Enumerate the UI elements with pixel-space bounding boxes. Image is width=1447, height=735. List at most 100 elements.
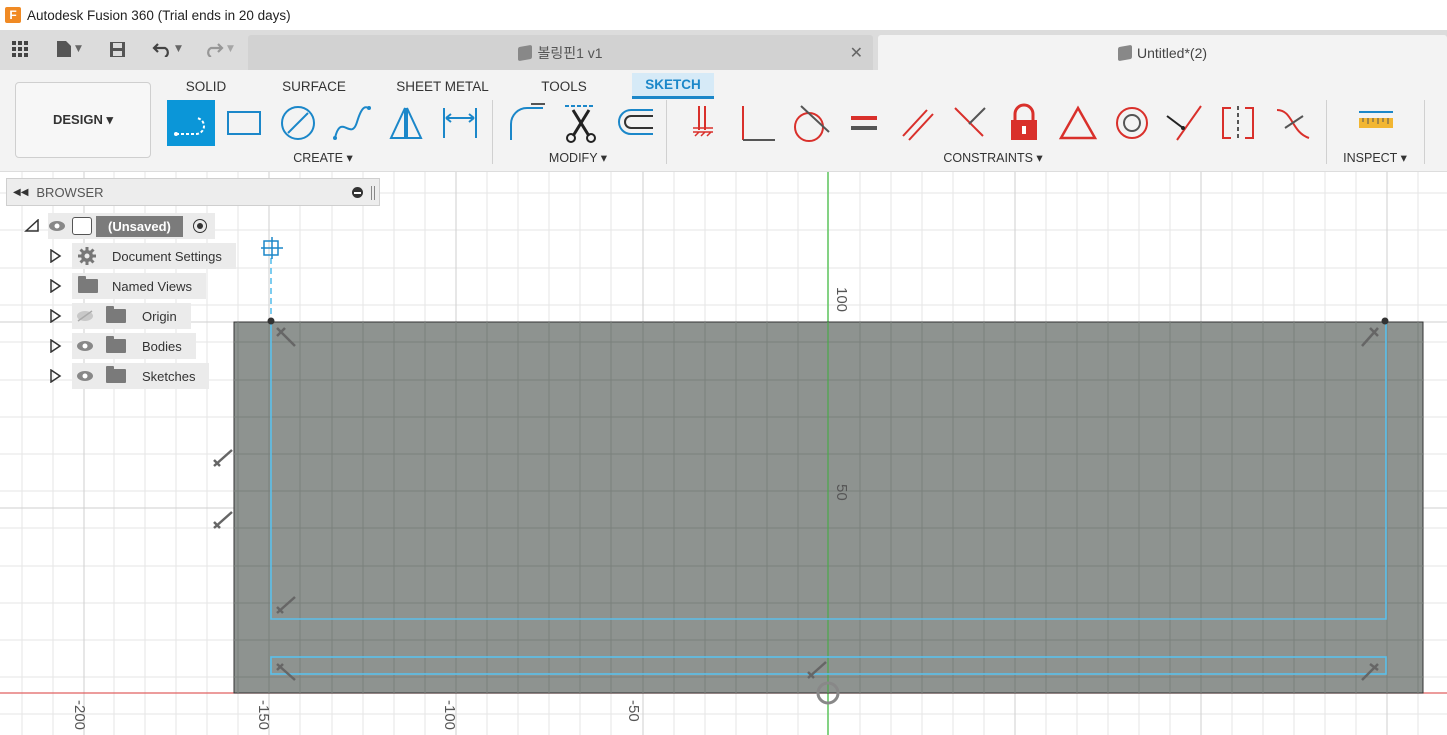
- folder-icon: [78, 276, 98, 293]
- tab-solid[interactable]: SOLID: [180, 73, 232, 99]
- file-menu-button[interactable]: ▼: [50, 38, 88, 60]
- collapsed-triangle-icon[interactable]: [48, 249, 62, 263]
- modify-group-menu[interactable]: MODIFY ▾: [528, 150, 628, 165]
- document-tab-untitled[interactable]: Untitled*(2): [878, 35, 1447, 70]
- offset-icon: [618, 109, 653, 135]
- tab-sheet-metal[interactable]: SHEET METAL: [395, 73, 490, 99]
- inspect-group-menu[interactable]: INSPECT ▾: [1335, 150, 1415, 165]
- root-component-label: (Unsaved): [96, 215, 183, 237]
- save-button[interactable]: [105, 38, 129, 60]
- browser-panel-header[interactable]: ◀◀ BROWSER: [6, 178, 380, 206]
- folder-icon: [106, 366, 126, 383]
- collinear-constraint-button[interactable]: [1160, 100, 1208, 146]
- measure-ruler-icon: [1359, 111, 1393, 128]
- browser-item-document-settings[interactable]: Document Settings: [48, 243, 236, 269]
- component-icon: [72, 217, 92, 235]
- spline-tool-button[interactable]: [328, 100, 376, 146]
- toolbar-separator: [1326, 100, 1327, 164]
- dimension-tool-button[interactable]: [436, 100, 484, 146]
- line-tool-button[interactable]: [167, 100, 215, 146]
- browser-item-origin[interactable]: Origin: [48, 303, 191, 329]
- gear-icon: [78, 247, 96, 265]
- visibility-eye-icon[interactable]: [48, 220, 66, 232]
- create-group-menu[interactable]: CREATE ▾: [270, 150, 376, 165]
- mirror-tool-button[interactable]: [382, 100, 430, 146]
- concentric-constraint-button[interactable]: [1108, 100, 1156, 146]
- curvature-constraint-button[interactable]: [1270, 100, 1318, 146]
- undo-button[interactable]: ▼: [146, 38, 188, 60]
- triangle-icon: [1058, 105, 1098, 140]
- hidden-eye-icon[interactable]: [76, 310, 94, 322]
- symmetry-constraint-button[interactable]: [1214, 100, 1262, 146]
- redo-icon: [207, 43, 224, 57]
- folder-icon: [106, 336, 126, 353]
- constraints-group-menu[interactable]: CONSTRAINTS ▾: [925, 150, 1061, 165]
- collapsed-triangle-icon[interactable]: [48, 369, 62, 383]
- close-tab-icon[interactable]: ✕: [850, 43, 863, 63]
- browser-item-bodies[interactable]: Bodies: [48, 333, 196, 359]
- curvature-icon: [1276, 109, 1310, 139]
- collinear-icon: [1166, 105, 1202, 141]
- tab-sketch[interactable]: SKETCH: [632, 73, 714, 99]
- collapse-browser-icon[interactable]: ◀◀: [13, 187, 28, 198]
- perpendicular-constraint-button[interactable]: [732, 100, 780, 146]
- lock-icon: [1011, 103, 1037, 140]
- y-axis-tick-label: 100: [833, 287, 850, 313]
- document-tab-bowling-pin[interactable]: 볼링핀1 v1 ✕: [248, 35, 873, 70]
- offset-tool-button[interactable]: [610, 100, 658, 146]
- symmetry-icon: [1222, 106, 1254, 140]
- workspace-switcher[interactable]: DESIGN ▾: [15, 82, 151, 158]
- trim-tool-button[interactable]: [556, 100, 604, 146]
- fusion-logo-icon: F: [5, 7, 21, 23]
- y-axis-tick-label: 50: [833, 484, 850, 501]
- scissors-icon: [565, 105, 596, 143]
- parallel-constraint-button[interactable]: [894, 100, 942, 146]
- sketch-point[interactable]: [267, 317, 275, 325]
- tab-label: 볼링핀1 v1: [537, 44, 603, 61]
- browser-item-label: Document Settings: [112, 248, 222, 264]
- tab-label: Untitled*(2): [1136, 44, 1208, 61]
- x-axis-tick-label: -150: [255, 700, 272, 731]
- minimize-browser-icon[interactable]: [352, 187, 363, 198]
- dimension-icon: [443, 108, 477, 138]
- equal-constraint-button[interactable]: [840, 100, 888, 146]
- tangent-icon: [794, 105, 830, 142]
- activate-radio-icon[interactable]: [192, 219, 207, 233]
- collapsed-triangle-icon[interactable]: [48, 279, 62, 293]
- toolbar-separator: [666, 100, 667, 164]
- collapsed-triangle-icon[interactable]: [48, 309, 62, 323]
- browser-resize-grip-icon[interactable]: [371, 186, 375, 200]
- perpendicular-lines-constraint-button[interactable]: [946, 100, 994, 146]
- horizontal-vertical-icon: [693, 106, 713, 137]
- app-grid-icon[interactable]: [8, 38, 32, 60]
- visibility-eye-icon[interactable]: [76, 370, 94, 382]
- browser-item-label: Bodies: [142, 338, 182, 354]
- browser-item-sketches[interactable]: Sketches: [48, 363, 210, 389]
- tab-surface[interactable]: SURFACE: [278, 73, 350, 99]
- tab-tools[interactable]: TOOLS: [534, 73, 594, 99]
- component-cube-icon: [1117, 44, 1132, 61]
- measure-tool-button[interactable]: [1352, 100, 1400, 146]
- visibility-eye-icon[interactable]: [76, 340, 94, 352]
- midpoint-constraint-button[interactable]: [1054, 100, 1102, 146]
- tangent-constraint-button[interactable]: [786, 100, 834, 146]
- collapsed-triangle-icon[interactable]: [48, 339, 62, 353]
- fix-constraint-button[interactable]: [1000, 100, 1048, 146]
- expanded-triangle-icon[interactable]: [24, 219, 40, 233]
- title-bar: F Autodesk Fusion 360 (Trial ends in 20 …: [0, 0, 1447, 30]
- redo-button[interactable]: ▼: [198, 38, 240, 60]
- ribbon-toolbar: DESIGN ▾ SOLID SURFACE SHEET METAL TOOLS…: [0, 70, 1447, 172]
- browser-root-node[interactable]: (Unsaved): [24, 213, 215, 239]
- toolbar-separator: [1424, 100, 1425, 164]
- coincident-constraint-button[interactable]: [678, 100, 726, 146]
- circle-icon: [281, 106, 315, 140]
- browser-item-named-views[interactable]: Named Views: [48, 273, 206, 299]
- concentric-icon: [1116, 107, 1148, 139]
- rectangle-tool-button[interactable]: [220, 100, 268, 146]
- sketch-point[interactable]: [1381, 317, 1389, 325]
- browser-item-label: Sketches: [142, 368, 196, 384]
- fillet-tool-button[interactable]: [502, 100, 550, 146]
- perpendicular-lines-icon: [954, 107, 986, 137]
- x-axis-tick-label: -50: [625, 700, 642, 722]
- circle-tool-button[interactable]: [274, 100, 322, 146]
